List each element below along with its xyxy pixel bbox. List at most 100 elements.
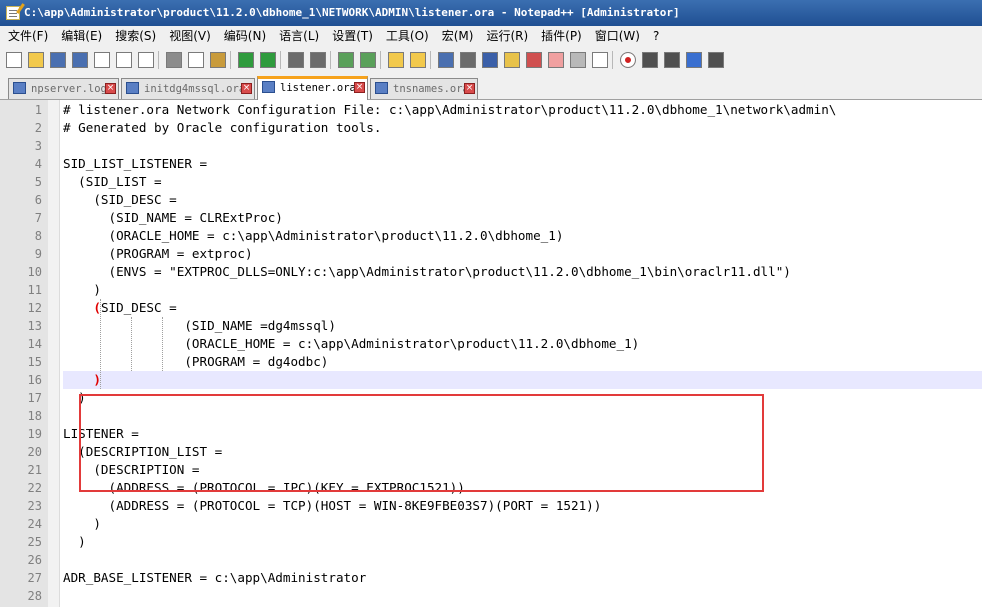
code-line[interactable]: (ORACLE_HOME = c:\app\Administrator\prod… <box>63 227 982 245</box>
cut-icon[interactable] <box>166 52 182 68</box>
play-macro-icon[interactable] <box>664 52 680 68</box>
code-line[interactable]: ) <box>63 281 982 299</box>
replace-icon[interactable] <box>310 52 326 68</box>
tab-label: initdg4mssql.ora <box>144 83 246 95</box>
file-icon <box>13 82 26 94</box>
line-number: 14 <box>27 337 42 351</box>
menu-item[interactable]: 编码(N) <box>216 26 271 47</box>
line-number: 9 <box>34 247 42 261</box>
tab-npserver-log[interactable]: npserver.log × <box>8 78 119 99</box>
tab-listener-ora[interactable]: listener.ora × <box>257 76 368 100</box>
undo-icon[interactable] <box>238 52 254 68</box>
open-file-icon[interactable] <box>28 52 44 68</box>
menu-item[interactable]: 运行(R) <box>478 26 533 47</box>
find-icon[interactable] <box>288 52 304 68</box>
code-line[interactable]: ) <box>63 515 982 533</box>
code-line[interactable]: ) <box>63 371 982 389</box>
code-line[interactable]: (PROGRAM = dg4odbc) <box>63 353 982 371</box>
line-number: 5 <box>34 175 42 189</box>
folder-workspace-icon[interactable] <box>570 52 586 68</box>
line-number: 19 <box>27 427 42 441</box>
code-line[interactable]: ) <box>63 533 982 551</box>
code-line[interactable]: (ENVS = "EXTPROC_DLLS=ONLY:c:\app\Admini… <box>63 263 982 281</box>
stop-macro-icon[interactable] <box>642 52 658 68</box>
menu-item[interactable]: ? <box>645 26 664 47</box>
indent-guide <box>131 317 132 371</box>
record-macro-icon[interactable] <box>620 52 636 68</box>
close-tab-icon[interactable]: × <box>354 82 365 93</box>
code-line[interactable]: (ADDRESS = (PROTOCOL = TCP)(HOST = WIN-8… <box>63 497 982 515</box>
menu-item[interactable]: 语言(L) <box>271 26 324 47</box>
file-icon <box>126 82 139 94</box>
line-number: 12 <box>27 301 42 315</box>
code-line[interactable]: (SID_DESC = <box>63 299 982 317</box>
menu-item[interactable]: 编辑(E) <box>53 26 107 47</box>
monitor-icon[interactable] <box>592 52 608 68</box>
menu-item[interactable]: 插件(P) <box>533 26 587 47</box>
menu-item[interactable]: 工具(O) <box>378 26 434 47</box>
code-area[interactable]: # listener.ora Network Configuration Fil… <box>63 100 982 607</box>
new-file-icon[interactable] <box>6 52 22 68</box>
line-number: 21 <box>27 463 42 477</box>
indent-guide <box>100 299 101 389</box>
toolbar-separator <box>430 51 431 69</box>
tab-initdg4mssql-ora[interactable]: initdg4mssql.ora × <box>121 78 255 99</box>
line-number: 4 <box>34 157 42 171</box>
menu-item[interactable]: 搜索(S) <box>107 26 161 47</box>
line-number: 15 <box>27 355 42 369</box>
run-macro-multiple-icon[interactable] <box>686 52 702 68</box>
title-bar[interactable]: C:\app\Administrator\product\11.2.0\dbho… <box>0 0 982 26</box>
doc-map-icon[interactable] <box>526 52 542 68</box>
code-line[interactable]: (SID_DESC = <box>63 191 982 209</box>
paste-icon[interactable] <box>210 52 226 68</box>
print-icon[interactable] <box>138 52 154 68</box>
save-macro-icon[interactable] <box>708 52 724 68</box>
save-all-icon[interactable] <box>72 52 88 68</box>
line-number: 11 <box>27 283 42 297</box>
zoom-in-icon[interactable] <box>338 52 354 68</box>
line-number: 17 <box>27 391 42 405</box>
code-line[interactable]: (SID_LIST = <box>63 173 982 191</box>
show-all-chars-icon[interactable] <box>460 52 476 68</box>
close-tab-icon[interactable]: × <box>241 83 252 94</box>
close-tab-icon[interactable]: × <box>105 83 116 94</box>
save-icon[interactable] <box>50 52 66 68</box>
user-language-icon[interactable] <box>504 52 520 68</box>
copy-icon[interactable] <box>188 52 204 68</box>
menu-item[interactable]: 设置(T) <box>324 26 378 47</box>
tab-tnsnames-ora[interactable]: tnsnames.ora × <box>370 78 478 99</box>
close-icon[interactable] <box>94 52 110 68</box>
line-number: 28 <box>27 589 42 603</box>
sync-horizontal-icon[interactable] <box>410 52 426 68</box>
indent-guide <box>162 317 163 371</box>
indent-guide-icon[interactable] <box>482 52 498 68</box>
menu-item[interactable]: 视图(V) <box>161 26 216 47</box>
code-line[interactable]: (SID_NAME = CLRExtProc) <box>63 209 982 227</box>
close-tab-icon[interactable]: × <box>464 83 475 94</box>
sync-vertical-icon[interactable] <box>388 52 404 68</box>
fold-margin[interactable] <box>48 100 60 607</box>
code-line[interactable]: # Generated by Oracle configuration tool… <box>63 119 982 137</box>
code-line[interactable] <box>63 137 982 155</box>
editor[interactable]: 1 2 3 4 5 6 7 8 9 10 11 12 13 14 15 16 17 18 19 20 21 22 23 24 2… <box>0 100 982 607</box>
code-line[interactable]: ADR_BASE_LISTENER = c:\app\Administrator <box>63 569 982 587</box>
code-line[interactable]: (ORACLE_HOME = c:\app\Administrator\prod… <box>63 335 982 353</box>
line-number: 3 <box>34 139 42 153</box>
menu-item[interactable]: 文件(F) <box>0 26 53 47</box>
redo-icon[interactable] <box>260 52 276 68</box>
code-line[interactable] <box>63 551 982 569</box>
line-number: 16 <box>27 373 42 387</box>
code-line[interactable]: # listener.ora Network Configuration Fil… <box>63 101 982 119</box>
code-line[interactable] <box>63 587 982 605</box>
menu-bar: 文件(F) 编辑(E) 搜索(S) 视图(V) 编码(N) 语言(L) 设置(T) 工具(O)… <box>0 26 982 47</box>
close-all-icon[interactable] <box>116 52 132 68</box>
code-line[interactable]: (SID_NAME =dg4mssql) <box>63 317 982 335</box>
code-line[interactable]: SID_LIST_LISTENER = <box>63 155 982 173</box>
menu-item[interactable]: 窗口(W) <box>587 26 645 47</box>
zoom-out-icon[interactable] <box>360 52 376 68</box>
function-list-icon[interactable] <box>548 52 564 68</box>
line-number: 23 <box>27 499 42 513</box>
code-line[interactable]: (PROGRAM = extproc) <box>63 245 982 263</box>
word-wrap-icon[interactable] <box>438 52 454 68</box>
menu-item[interactable]: 宏(M) <box>434 26 479 47</box>
